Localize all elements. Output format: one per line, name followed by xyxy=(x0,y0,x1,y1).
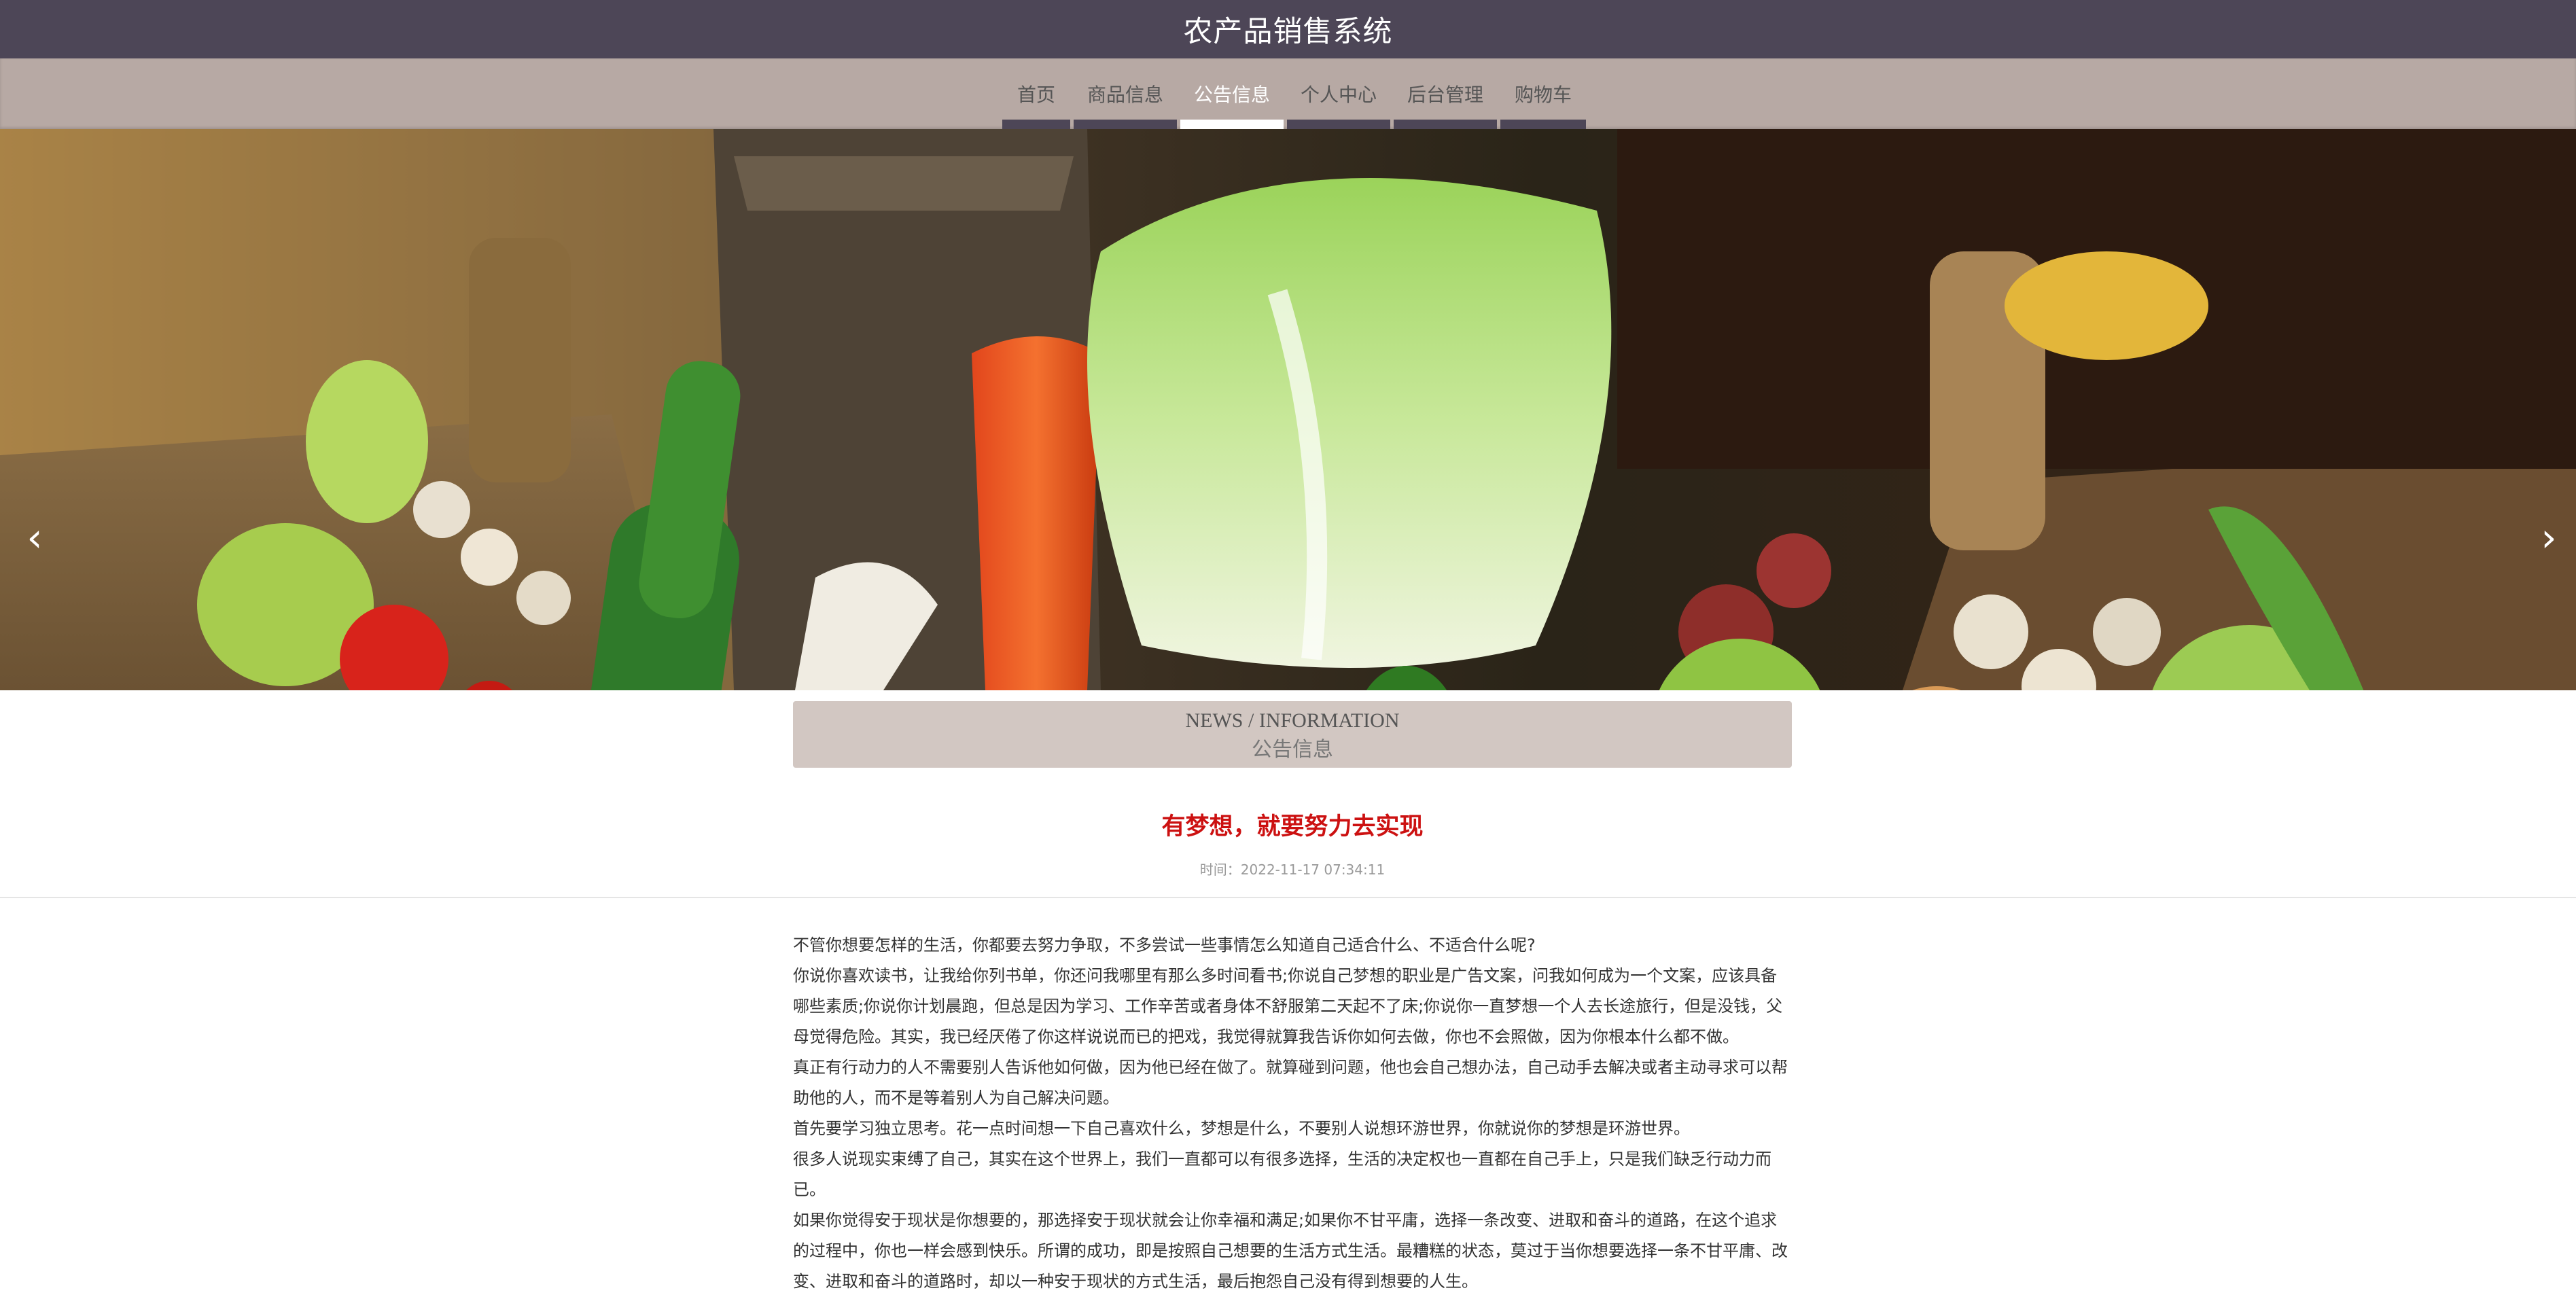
nav-item-admin[interactable]: 后台管理 xyxy=(1394,58,1497,129)
section-title-en: NEWS / INFORMATION xyxy=(1185,709,1400,732)
article-paragraph: 真正有行动力的人不需要别人告诉他如何做，因为他已经在做了。就算碰到问题，他也会自… xyxy=(793,1058,1788,1107)
nav-item-notices[interactable]: 公告信息 xyxy=(1180,58,1284,129)
section-title-zh: 公告信息 xyxy=(1252,739,1333,761)
nav-item-profile[interactable]: 个人中心 xyxy=(1287,58,1390,129)
article-paragraph: 很多人说现实束缚了自己，其实在这个世界上，我们一直都可以有很多选择，生活的决定权… xyxy=(793,1150,1771,1199)
article-title: 有梦想，就要努力去实现 xyxy=(1161,813,1424,840)
article-paragraph: 首先要学习独立思考。花一点时间想一下自己喜欢什么，梦想是什么，不要别人说想环游世… xyxy=(793,1119,1690,1138)
banner-carousel: ‹ › xyxy=(0,129,2576,690)
main-nav: 首页 商品信息 公告信息 个人中心 后台管理 购物车 xyxy=(0,58,2576,129)
nav-item-label: 公告信息 xyxy=(1193,84,1270,106)
article-paragraph: 你说你喜欢读书，让我给你列书单，你还问我哪里有那么多时间看书;你说自己梦想的职业… xyxy=(793,966,1783,1046)
nav-item-products[interactable]: 商品信息 xyxy=(1074,58,1177,129)
nav-item-cart[interactable]: 购物车 xyxy=(1500,58,1586,129)
article-body: 不管你想要怎样的生活，你都要去努力争取，不多尝试一些事情怎么知道自己适合什么、不… xyxy=(793,930,1792,1297)
carousel-next-arrow[interactable]: › xyxy=(2532,514,2566,561)
article-paragraph: 如果你觉得安于现状是你想要的，那选择安于现状就会让你幸福和满足;如果你不甘平庸，… xyxy=(793,1211,1788,1291)
site-title: 农产品销售系统 xyxy=(1183,15,1393,49)
article-timestamp: 时间：2022-11-17 07:34:11 xyxy=(1199,861,1386,878)
banner-image xyxy=(0,129,2576,690)
nav-item-label: 首页 xyxy=(1017,84,1055,106)
carousel-prev-arrow[interactable]: ‹ xyxy=(18,514,52,561)
divider xyxy=(0,897,2576,898)
nav-item-label: 个人中心 xyxy=(1300,84,1377,106)
nav-item-label: 购物车 xyxy=(1514,84,1572,106)
article-paragraph: 不管你想要怎样的生活，你都要去努力争取，不多尝试一些事情怎么知道自己适合什么、不… xyxy=(793,936,1536,955)
nav-item-label: 后台管理 xyxy=(1407,84,1483,106)
nav-item-home[interactable]: 首页 xyxy=(1002,58,1070,129)
nav-items: 首页 商品信息 公告信息 个人中心 后台管理 购物车 xyxy=(1002,58,1589,129)
nav-item-label: 商品信息 xyxy=(1087,84,1163,106)
site-header: 农产品销售系统 xyxy=(0,0,2576,58)
section-header: NEWS / INFORMATION 公告信息 xyxy=(793,701,1792,768)
